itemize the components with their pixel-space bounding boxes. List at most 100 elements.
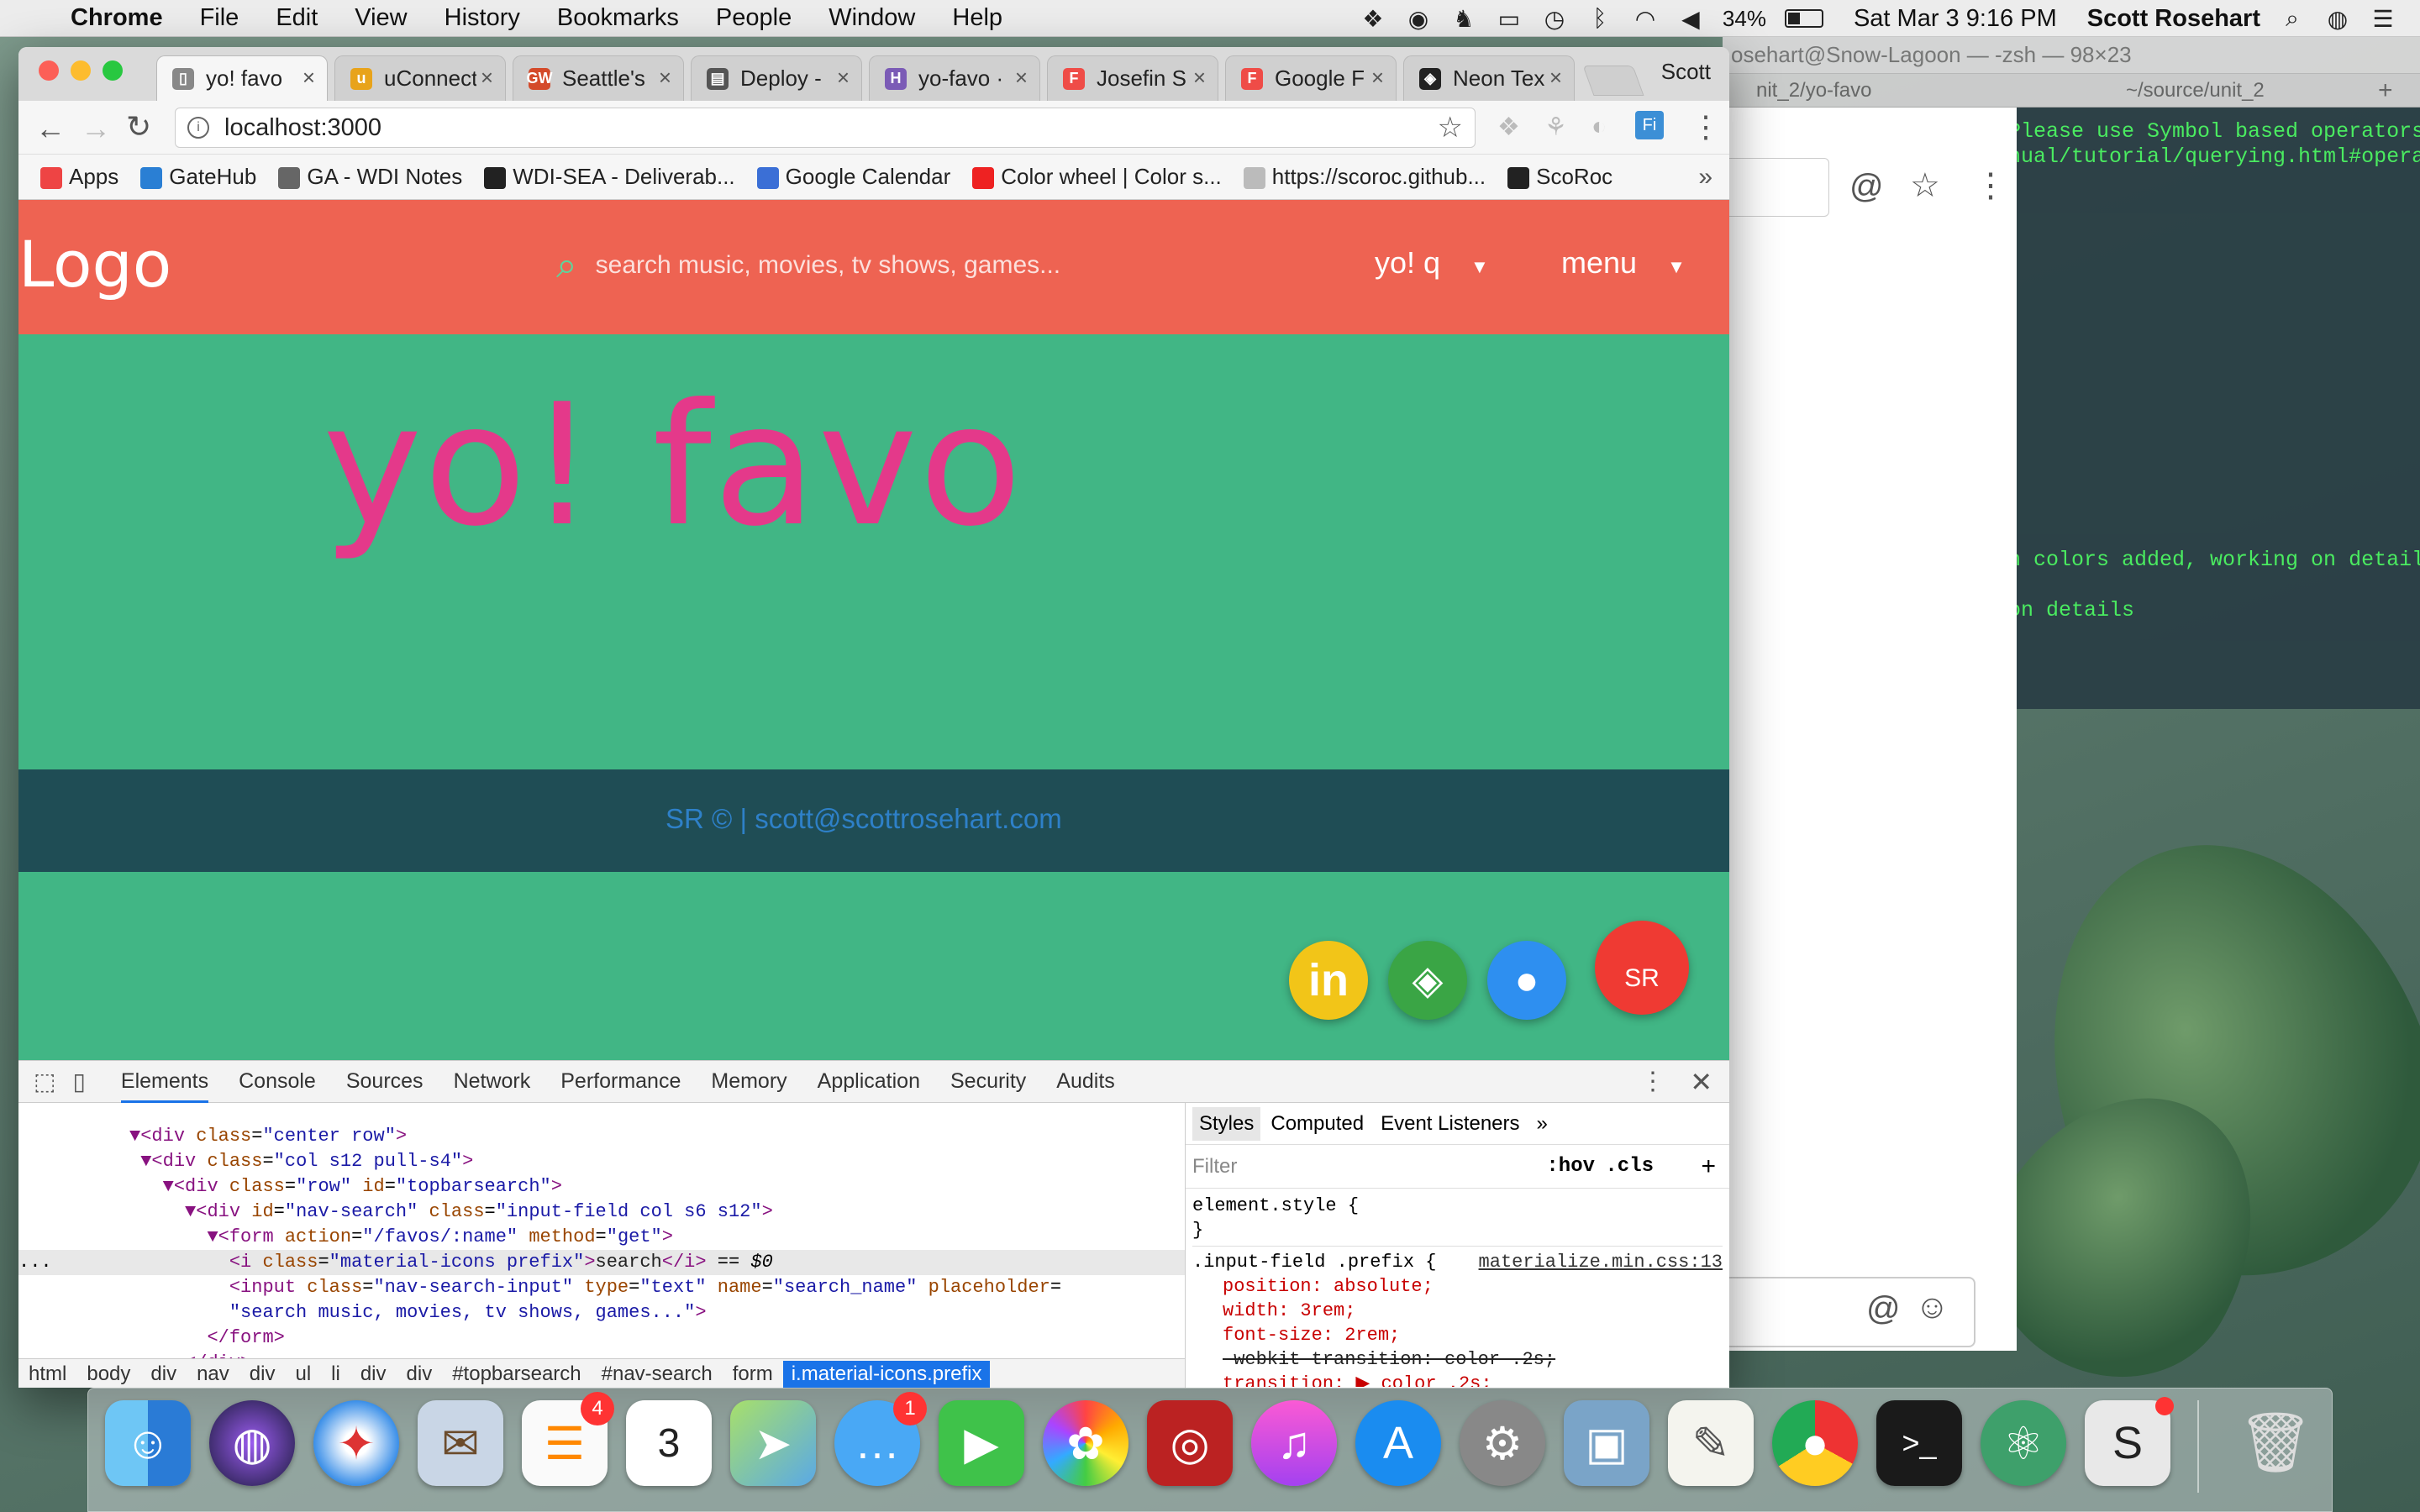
- css-property[interactable]: font-size: 2rem;: [1192, 1323, 1723, 1347]
- search-icon[interactable]: ⌕: [556, 244, 577, 286]
- dom-node[interactable]: ▼<form action="/favos/:name" method="get…: [18, 1225, 1185, 1250]
- menu-app-name[interactable]: Chrome: [71, 4, 163, 32]
- cls-toggle[interactable]: .cls: [1605, 1155, 1654, 1178]
- devtools-tab[interactable]: Network: [454, 1069, 531, 1094]
- minimize-window-button[interactable]: [71, 60, 91, 81]
- devtools-tab[interactable]: Performance: [560, 1069, 681, 1094]
- browser-tab[interactable]: GW Seattle's ×: [513, 55, 684, 101]
- breadcrumb-item[interactable]: li: [331, 1362, 340, 1386]
- element-style-rule[interactable]: element.style {: [1192, 1194, 1723, 1218]
- breadcrumb-item[interactable]: ul: [295, 1362, 311, 1386]
- close-tab-icon[interactable]: ×: [1549, 65, 1562, 91]
- airplay-icon[interactable]: ▭: [1496, 6, 1523, 32]
- more-bookmarks-icon[interactable]: »: [1698, 163, 1712, 192]
- close-tab-icon[interactable]: ×: [837, 65, 850, 91]
- computed-tab[interactable]: Computed: [1264, 1107, 1370, 1141]
- nav-search[interactable]: ⌕ search music, movies, tv shows, games.…: [556, 239, 1313, 292]
- close-tab-icon[interactable]: ×: [1193, 65, 1206, 91]
- close-window-button[interactable]: [39, 60, 59, 81]
- css-property[interactable]: position: absolute;: [1192, 1274, 1723, 1299]
- yoq-dropdown[interactable]: yo! q ▼: [1375, 245, 1489, 281]
- mail-icon[interactable]: ✉: [418, 1400, 503, 1486]
- dropbox-icon[interactable]: ❖: [1360, 6, 1386, 32]
- finder-icon[interactable]: ☺: [105, 1400, 191, 1486]
- browser-tab[interactable]: F Josefin S ×: [1047, 55, 1218, 101]
- search-input[interactable]: search music, movies, tv shows, games...: [596, 251, 1061, 280]
- backup-icon[interactable]: ◉: [1405, 6, 1432, 32]
- battery-icon[interactable]: [1784, 9, 1823, 28]
- github-icon[interactable]: ●: [1487, 941, 1566, 1020]
- site-logo[interactable]: Logo: [18, 227, 171, 302]
- close-tab-icon[interactable]: ×: [1371, 65, 1384, 91]
- close-tab-icon[interactable]: ×: [1015, 65, 1028, 91]
- browser-tab[interactable]: Hyo-favo · ×: [869, 55, 1040, 101]
- breadcrumb-item[interactable]: div: [150, 1362, 176, 1386]
- styles-filter-input[interactable]: Filter: [1192, 1155, 1237, 1179]
- css-property-overridden[interactable]: -webkit-transition: color .2s;: [1192, 1347, 1723, 1372]
- back-icon[interactable]: ←: [35, 111, 66, 146]
- star-icon[interactable]: ☆: [1910, 166, 1940, 205]
- event-listeners-tab[interactable]: Event Listeners: [1374, 1107, 1526, 1141]
- dom-node[interactable]: ▼<div class="center row">: [18, 1124, 1185, 1149]
- terminal-tab-right[interactable]: ~/source/unit_2: [2059, 79, 2378, 102]
- menu-file[interactable]: File: [200, 4, 239, 32]
- photo-booth-icon[interactable]: ◎: [1147, 1400, 1233, 1486]
- bookmark-item[interactable]: GA - WDI Notes: [278, 164, 462, 190]
- itunes-icon[interactable]: ♫: [1251, 1400, 1337, 1486]
- close-tab-icon[interactable]: ×: [659, 65, 671, 91]
- browser-tab[interactable]: u uConnect ×: [334, 55, 506, 101]
- background-browser-window[interactable]: @ ☆ ⋮ @ ☺: [1723, 108, 2017, 1351]
- menu-history[interactable]: History: [445, 4, 520, 32]
- tab-active[interactable]: ▯ yo! favo ×: [156, 55, 328, 101]
- devtools-tab[interactable]: Application: [818, 1069, 920, 1094]
- bookmark-item[interactable]: Apps: [40, 164, 118, 190]
- devtools-tab[interactable]: Memory: [711, 1069, 786, 1094]
- device-toolbar-icon[interactable]: ▯: [72, 1068, 85, 1095]
- dom-node[interactable]: </div>: [18, 1351, 1185, 1358]
- at-icon[interactable]: @: [1849, 168, 1884, 206]
- devtools-close-icon[interactable]: ✕: [1690, 1066, 1712, 1098]
- breadcrumb-item[interactable]: div: [250, 1362, 276, 1386]
- devtools-tab[interactable]: Audits: [1056, 1069, 1114, 1094]
- breadcrumb-item[interactable]: body: [87, 1362, 130, 1386]
- extension-icon[interactable]: ◐: [1591, 113, 1607, 141]
- calendar-icon[interactable]: 3: [626, 1400, 712, 1486]
- dom-node[interactable]: ▼<div class="row" id="topbarsearch">: [18, 1174, 1185, 1200]
- add-rule-icon[interactable]: +: [1701, 1152, 1716, 1181]
- terminal-icon[interactable]: >_: [1876, 1400, 1962, 1486]
- profile-name[interactable]: Scott: [1661, 59, 1711, 85]
- dom-node[interactable]: ▼<div class="col s12 pull-s4">: [18, 1149, 1185, 1174]
- chrome-menu-icon[interactable]: ⋮: [1691, 109, 1721, 144]
- notification-center-icon[interactable]: ☰: [2370, 6, 2396, 32]
- reminders-icon[interactable]: ☰ 4: [522, 1392, 614, 1486]
- at-icon[interactable]: @: [1866, 1290, 1901, 1328]
- bluetooth-icon[interactable]: ᛒ: [1586, 5, 1613, 31]
- forward-icon[interactable]: →: [81, 111, 111, 146]
- new-tab-icon[interactable]: +: [2378, 76, 2393, 105]
- menu-dropdown[interactable]: menu ▼: [1561, 245, 1686, 281]
- menu-edit[interactable]: Edit: [276, 4, 318, 32]
- bookmark-star-icon[interactable]: ☆: [1438, 111, 1463, 144]
- more-icon[interactable]: ⋮: [1974, 166, 2007, 205]
- menu-bookmarks[interactable]: Bookmarks: [557, 4, 679, 32]
- devtools-tab[interactable]: Security: [950, 1069, 1026, 1094]
- terminal-tab-left[interactable]: nit_2/yo-favo: [1723, 79, 2059, 102]
- reload-icon[interactable]: ↻: [126, 109, 151, 144]
- breadcrumb-item[interactable]: nav: [197, 1362, 229, 1386]
- css-source-link[interactable]: materialize.min.css:13: [1479, 1250, 1723, 1274]
- devtools-tab[interactable]: Elements: [120, 1069, 209, 1103]
- new-tab-button[interactable]: [1582, 66, 1644, 96]
- bookmark-item[interactable]: GateHub: [140, 164, 256, 190]
- menu-view[interactable]: View: [355, 4, 407, 32]
- evernote-icon[interactable]: ♞: [1450, 6, 1477, 32]
- extension-icon[interactable]: ⚘: [1544, 113, 1567, 142]
- menu-window[interactable]: Window: [829, 4, 915, 32]
- address-bar[interactable]: i localhost:3000 ☆: [175, 108, 1476, 148]
- breadcrumb-item[interactable]: div: [360, 1362, 387, 1386]
- footer-text[interactable]: SR © | scott@scottrosehart.com: [666, 803, 1062, 835]
- trash-icon[interactable]: 🗑: [2233, 1400, 2318, 1486]
- atom-icon[interactable]: ⚛: [1981, 1400, 2066, 1486]
- devtools-more-icon[interactable]: ⋮: [1640, 1067, 1665, 1096]
- wifi-icon[interactable]: ◠: [1632, 6, 1659, 32]
- textedit-icon[interactable]: ✎: [1668, 1400, 1754, 1486]
